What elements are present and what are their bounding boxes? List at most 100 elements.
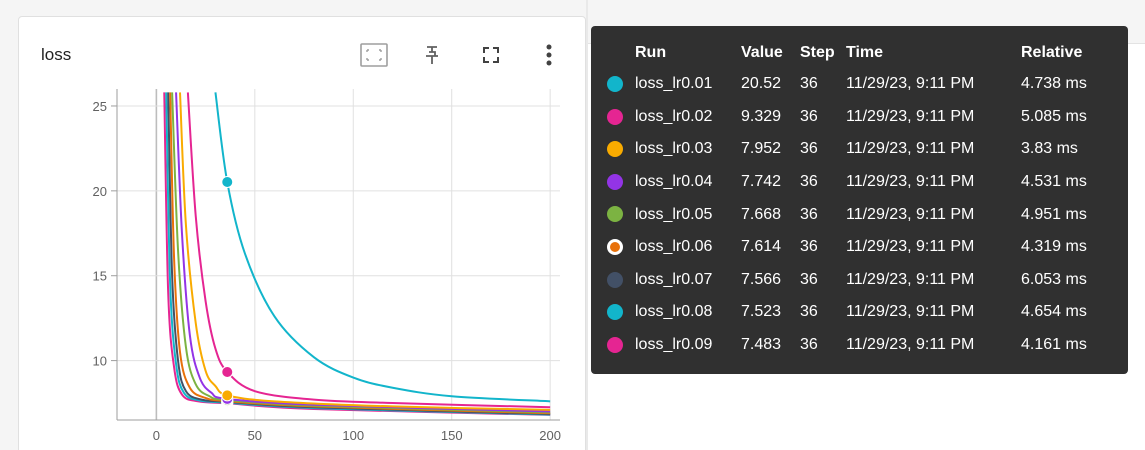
loss-chart[interactable]: 0 50 100 150 200 10 15 20 25 xyxy=(0,0,586,450)
series-color-swatch xyxy=(603,329,635,362)
run-step: 36 xyxy=(800,205,818,223)
header-time: Time xyxy=(846,44,884,61)
tooltip-row: loss_lr0.01 20.52 36 11/29/23, 9:11 PM 4.738… xyxy=(603,68,1121,101)
run-value: 7.952 xyxy=(741,140,782,158)
run-step: 36 xyxy=(800,107,818,125)
header-color xyxy=(603,38,635,68)
run-time: 11/29/23, 9:11 PM xyxy=(846,173,975,191)
tooltip-row: loss_lr0.07 7.566 36 11/29/23, 9:11 PM 6.053… xyxy=(603,264,1121,297)
run-step: 36 xyxy=(800,140,818,158)
run-name: loss_lr0.09 xyxy=(635,336,713,354)
run-time: 11/29/23, 9:11 PM xyxy=(846,107,975,125)
run-name: loss_lr0.04 xyxy=(635,173,713,191)
panel-divider[interactable] xyxy=(586,0,588,450)
hover-point xyxy=(221,365,234,378)
run-relative: 6.053 ms xyxy=(1021,270,1087,288)
run-value: 7.523 xyxy=(741,303,782,321)
run-step: 36 xyxy=(800,238,818,256)
tooltip-table: Run Value Step Time Relative loss_lr0.01… xyxy=(603,38,1121,361)
run-relative: 4.654 ms xyxy=(1021,303,1087,321)
series-color-swatch xyxy=(603,296,635,329)
series-color-dot xyxy=(607,108,623,125)
run-value: 7.742 xyxy=(741,173,782,191)
series-color-dot xyxy=(607,141,623,158)
header-run: Run xyxy=(635,44,667,61)
y-tick-label: 10 xyxy=(93,354,107,369)
tooltip-row: loss_lr0.02 9.329 36 11/29/23, 9:11 PM 5.085… xyxy=(603,101,1121,134)
tooltip-row: loss_lr0.03 7.952 36 11/29/23, 9:11 PM 3.83 … xyxy=(603,133,1121,166)
x-tick-label: 100 xyxy=(342,428,364,443)
series-line xyxy=(169,92,551,415)
run-time: 11/29/23, 9:11 PM xyxy=(846,205,975,223)
series-color-dot xyxy=(607,173,623,190)
tooltip-header-row: Run Value Step Time Relative xyxy=(603,38,1121,68)
series-line xyxy=(175,92,551,413)
series-color-swatch xyxy=(603,264,635,297)
run-relative: 5.085 ms xyxy=(1021,107,1087,125)
run-name: loss_lr0.08 xyxy=(635,303,713,321)
series-line xyxy=(214,92,551,403)
series-color-dot xyxy=(607,336,623,353)
run-step: 36 xyxy=(800,303,818,321)
run-name: loss_lr0.03 xyxy=(635,140,713,158)
run-step: 36 xyxy=(800,173,818,191)
series-color-dot xyxy=(607,76,623,93)
y-tick-label: 20 xyxy=(93,184,107,199)
series-color-dot xyxy=(607,271,623,288)
run-name: loss_lr0.07 xyxy=(635,270,713,288)
hover-tooltip: Run Value Step Time Relative loss_lr0.01… xyxy=(591,26,1128,374)
run-value: 7.614 xyxy=(741,238,782,256)
series-color-swatch xyxy=(603,133,635,166)
run-step: 36 xyxy=(800,336,818,354)
series-color-swatch xyxy=(603,231,635,264)
series-color-dot xyxy=(607,304,623,321)
series-color-swatch xyxy=(603,101,635,134)
series-color-swatch xyxy=(603,198,635,231)
series-color-swatch xyxy=(603,166,635,199)
series-line xyxy=(171,92,551,414)
hover-point xyxy=(221,176,234,189)
y-tick-label: 25 xyxy=(93,99,107,114)
run-time: 11/29/23, 9:11 PM xyxy=(846,270,975,288)
run-step: 36 xyxy=(800,270,818,288)
x-tick-label: 200 xyxy=(539,428,561,443)
series-line xyxy=(179,92,551,411)
run-relative: 4.738 ms xyxy=(1021,75,1087,93)
series-color-swatch xyxy=(603,68,635,101)
header-step: Step xyxy=(800,44,835,61)
run-relative: 3.83 ms xyxy=(1021,140,1078,158)
hover-point xyxy=(221,389,234,402)
x-tick-label: 50 xyxy=(248,428,262,443)
run-relative: 4.951 ms xyxy=(1021,205,1087,223)
run-value: 9.329 xyxy=(741,107,782,125)
tooltip-row: loss_lr0.06 7.614 36 11/29/23, 9:11 PM 4.319… xyxy=(603,231,1121,264)
series-color-dot xyxy=(607,239,623,256)
run-relative: 4.531 ms xyxy=(1021,173,1087,191)
tooltip-row: loss_lr0.08 7.523 36 11/29/23, 9:11 PM 4.654… xyxy=(603,296,1121,329)
run-step: 36 xyxy=(800,75,818,93)
header-relative: Relative xyxy=(1021,44,1083,61)
tooltip-row: loss_lr0.09 7.483 36 11/29/23, 9:11 PM 4.161… xyxy=(603,329,1121,362)
series-color-dot xyxy=(607,206,623,223)
run-value: 20.52 xyxy=(741,75,782,93)
run-time: 11/29/23, 9:11 PM xyxy=(846,140,975,158)
tooltip-row: loss_lr0.04 7.742 36 11/29/23, 9:11 PM 4.531… xyxy=(603,166,1121,199)
run-name: loss_lr0.05 xyxy=(635,205,713,223)
series-line xyxy=(186,92,551,409)
series-line xyxy=(167,92,551,416)
tooltip-row: loss_lr0.05 7.668 36 11/29/23, 9:11 PM 4.951… xyxy=(603,198,1121,231)
run-value: 7.566 xyxy=(741,270,782,288)
run-time: 11/29/23, 9:11 PM xyxy=(846,238,975,256)
tooltip-rows: loss_lr0.01 20.52 36 11/29/23, 9:11 PM 4.738… xyxy=(603,68,1121,361)
run-value: 7.668 xyxy=(741,205,782,223)
header-value: Value xyxy=(741,44,783,61)
run-time: 11/29/23, 9:11 PM xyxy=(846,336,975,354)
run-relative: 4.319 ms xyxy=(1021,238,1087,256)
x-tick-label: 150 xyxy=(441,428,463,443)
run-value: 7.483 xyxy=(741,336,782,354)
run-name: loss_lr0.02 xyxy=(635,107,713,125)
run-relative: 4.161 ms xyxy=(1021,336,1087,354)
run-time: 11/29/23, 9:11 PM xyxy=(846,303,975,321)
y-tick-label: 15 xyxy=(93,269,107,284)
x-tick-label: 0 xyxy=(153,428,160,443)
